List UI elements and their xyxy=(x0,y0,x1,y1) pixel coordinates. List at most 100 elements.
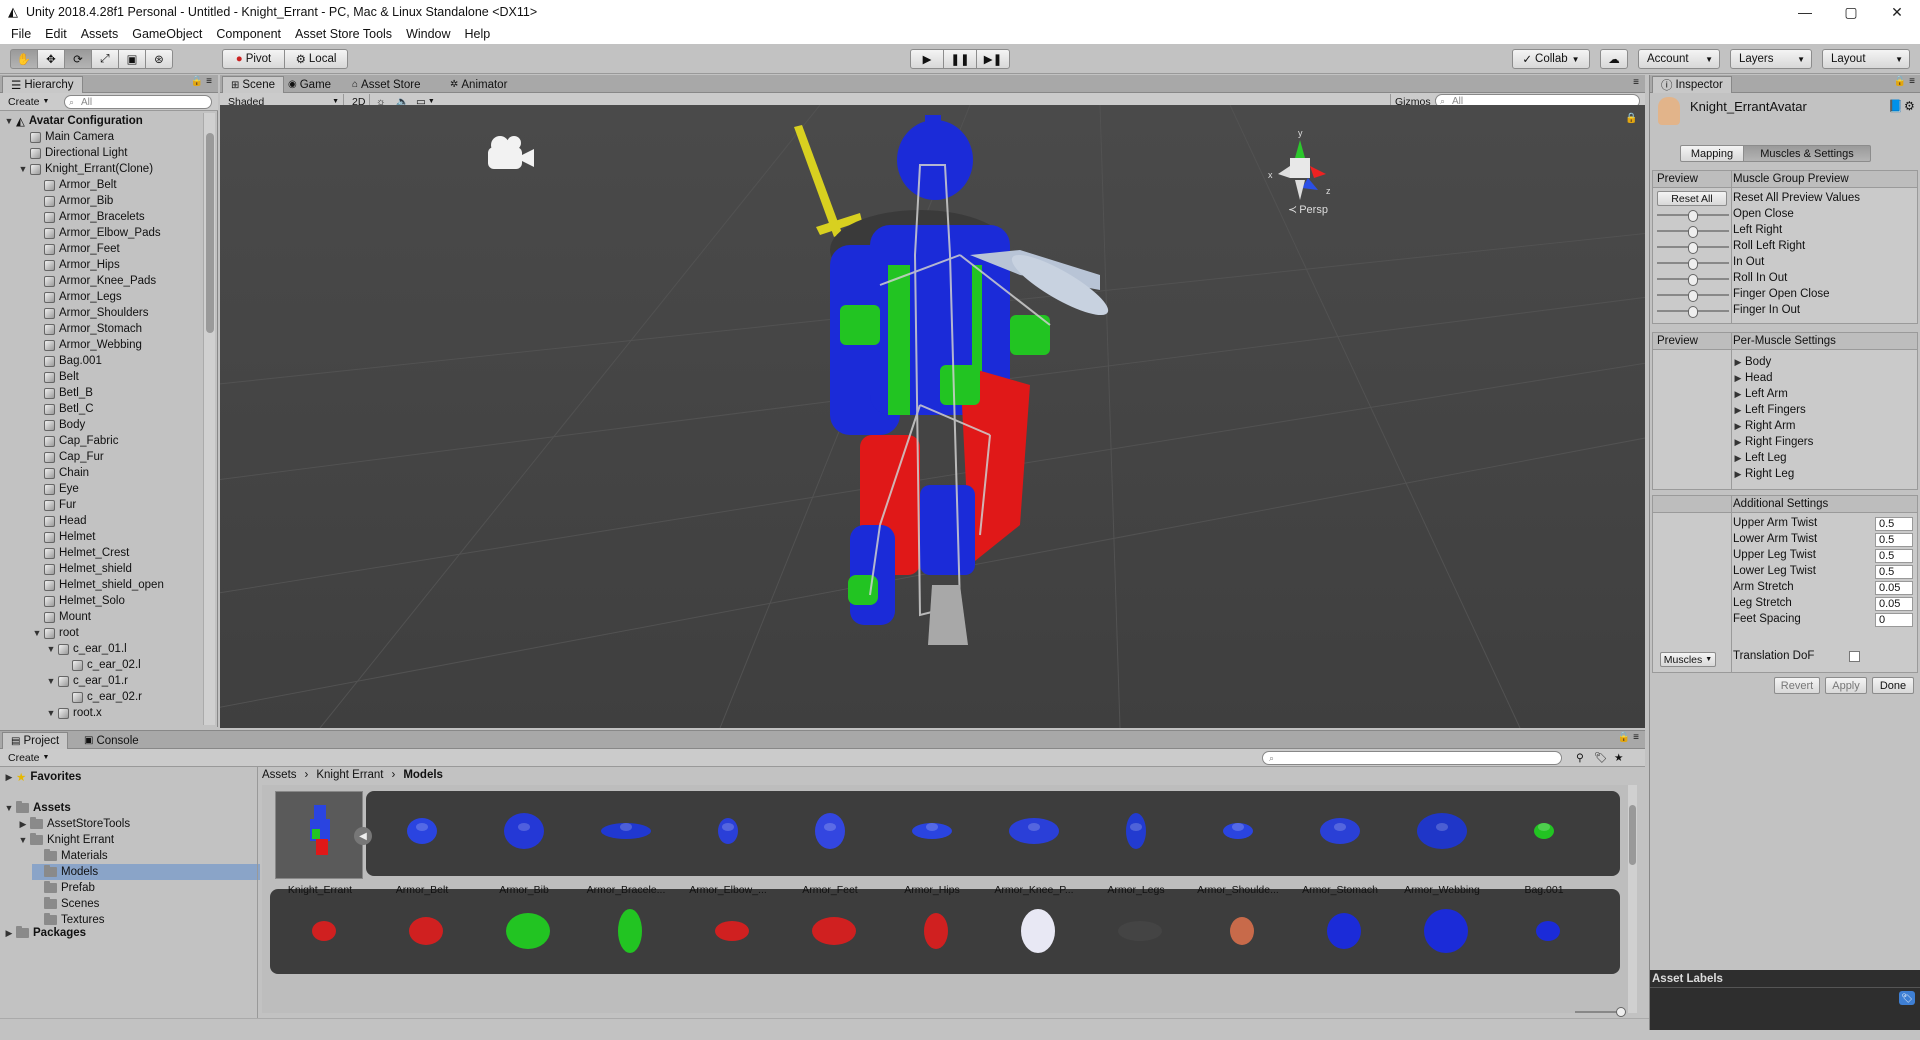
hierarchy-item[interactable]: Cap_Fabric xyxy=(32,433,118,449)
gear-icon[interactable]: ⚙ xyxy=(1904,99,1915,113)
expand-arrow-icon[interactable]: ▼ xyxy=(18,164,28,174)
tab-project[interactable]: ▤ Project xyxy=(2,732,69,749)
hierarchy-item[interactable]: Helmet_Solo xyxy=(32,593,125,609)
reset-all-button[interactable]: Reset All xyxy=(1657,191,1727,206)
tab-console[interactable]: ▣ Console xyxy=(76,732,147,749)
expand-arrow-icon[interactable]: ▶ xyxy=(1733,421,1743,432)
done-button[interactable]: Done xyxy=(1872,677,1914,694)
hierarchy-scrollbar[interactable] xyxy=(203,113,215,725)
translation-dof-checkbox[interactable] xyxy=(1849,651,1860,662)
expand-arrow-icon[interactable]: ▶ xyxy=(1733,405,1743,416)
model-thumbnail-icon[interactable] xyxy=(804,901,864,961)
asset-tile[interactable]: Armor_Webbing xyxy=(1392,785,1492,903)
model-thumbnail-icon[interactable] xyxy=(702,901,762,961)
packages-row[interactable]: ▶ Packages xyxy=(4,925,86,941)
expand-arrow-icon[interactable]: ▶ xyxy=(1733,437,1743,448)
tab-hierarchy[interactable]: ☰ Hierarchy xyxy=(2,76,83,93)
layers-dropdown[interactable]: Layers ▼ xyxy=(1730,49,1812,69)
model-thumbnail-icon[interactable] xyxy=(1416,901,1476,961)
expand-arrow-icon[interactable]: ▼ xyxy=(4,116,14,126)
transform-tool-button[interactable]: ⊛ xyxy=(145,49,173,69)
lock-icon[interactable]: 🔒 xyxy=(1625,113,1637,124)
rotate-tool-button[interactable]: ⟳ xyxy=(64,49,92,69)
filter-type-icon[interactable]: ⚲ xyxy=(1572,750,1588,765)
expand-arrow-icon[interactable]: ▼ xyxy=(46,644,56,654)
per-muscle-item[interactable]: ▶ Head xyxy=(1733,370,1773,386)
hierarchy-item[interactable]: Armor_Shoulders xyxy=(32,305,148,321)
hierarchy-item[interactable]: Body xyxy=(32,417,85,433)
hierarchy-item[interactable]: Armor_Stomach xyxy=(32,321,142,337)
panel-menu-icon[interactable]: 🔒 ≡ xyxy=(191,76,212,87)
close-button[interactable]: ✕ xyxy=(1874,0,1920,24)
account-dropdown[interactable]: Account ▼ xyxy=(1638,49,1720,69)
asset-tile[interactable]: Armor_Feet xyxy=(780,785,880,903)
hierarchy-search-input[interactable]: ⌕ All xyxy=(64,95,212,109)
hierarchy-item[interactable]: ▼ c_ear_01.r xyxy=(46,673,128,689)
panel-menu-icon[interactable]: 🔒 ≡ xyxy=(1618,732,1639,743)
project-folder-item[interactable]: ▼ Knight Errant xyxy=(18,832,114,848)
hierarchy-item[interactable]: Armor_Legs xyxy=(32,289,122,305)
pause-button[interactable]: ❚❚ xyxy=(943,49,977,69)
hierarchy-item[interactable]: Armor_Feet xyxy=(32,241,120,257)
rect-tool-button[interactable]: ▣ xyxy=(118,49,146,69)
hierarchy-item[interactable]: Directional Light xyxy=(18,145,127,161)
asset-tile[interactable]: Armor_Hips xyxy=(882,785,982,903)
menu-window[interactable]: Window xyxy=(399,27,457,41)
hierarchy-item[interactable]: Armor_Belt xyxy=(32,177,117,193)
expand-arrow-icon[interactable]: ▼ xyxy=(4,803,14,813)
hierarchy-item[interactable]: Armor_Bib xyxy=(32,193,113,209)
hierarchy-item[interactable]: Chain xyxy=(32,465,89,481)
hierarchy-item[interactable]: Helmet xyxy=(32,529,95,545)
project-folder-item[interactable]: Scenes xyxy=(32,896,99,912)
additional-setting-field[interactable]: 0.05 xyxy=(1875,597,1913,611)
project-search-input[interactable]: ⌕ xyxy=(1262,751,1562,765)
model-thumbnail-icon[interactable] xyxy=(1110,901,1170,961)
menu-asset-store-tools[interactable]: Asset Store Tools xyxy=(288,27,399,41)
filter-label-icon[interactable]: 🏷 xyxy=(1590,750,1611,765)
apply-button[interactable]: Apply xyxy=(1825,677,1867,694)
scale-tool-button[interactable]: ⤢ xyxy=(91,49,119,69)
local-toggle[interactable]: ⚙ Local xyxy=(284,49,348,69)
tab-muscles-settings[interactable]: Muscles & Settings xyxy=(1743,145,1871,162)
tab-inspector[interactable]: ⓘ Inspector xyxy=(1652,76,1732,93)
persp-label[interactable]: ≺ Persp xyxy=(1288,203,1328,216)
asset-tile[interactable]: Armor_Knee_P... xyxy=(984,785,1084,903)
breadcrumb-knight-errant[interactable]: Knight Errant xyxy=(316,769,383,781)
hierarchy-item[interactable]: Belt xyxy=(32,369,79,385)
model-thumbnail-icon[interactable] xyxy=(1008,901,1068,961)
project-create-button[interactable]: Create ▼ xyxy=(4,750,53,765)
project-folder-item[interactable]: Prefab xyxy=(32,880,95,896)
hand-tool-button[interactable]: ✋ xyxy=(10,49,38,69)
expand-arrow-icon[interactable]: ▼ xyxy=(46,676,56,686)
asset-tile[interactable]: Bag.001 xyxy=(1494,785,1594,903)
maximize-button[interactable]: ▢ xyxy=(1828,0,1874,24)
hierarchy-item[interactable]: Armor_Bracelets xyxy=(32,209,145,225)
hierarchy-item[interactable]: ▼ root.x xyxy=(46,705,102,721)
per-muscle-item[interactable]: ▶ Right Leg xyxy=(1733,466,1795,482)
asset-tile[interactable]: Armor_Bracele... xyxy=(576,785,676,903)
per-muscle-item[interactable]: ▶ Left Leg xyxy=(1733,450,1787,466)
scene-root-row[interactable]: ▼ ◭ Avatar Configuration xyxy=(4,113,143,129)
additional-setting-field[interactable]: 0.05 xyxy=(1875,581,1913,595)
muscle-preview-slider[interactable] xyxy=(1657,272,1729,286)
hierarchy-item[interactable]: Helmet_shield_open xyxy=(32,577,164,593)
hierarchy-item[interactable]: Armor_Hips xyxy=(32,257,120,273)
hierarchy-item[interactable]: Mount xyxy=(32,609,91,625)
collab-dropdown[interactable]: ✓ Collab ▼ xyxy=(1512,49,1590,69)
help-icon[interactable]: 📘 xyxy=(1888,99,1903,113)
expand-arrow-icon[interactable]: ▶ xyxy=(1733,373,1743,384)
model-thumbnail-icon[interactable] xyxy=(498,901,558,961)
project-folder-item[interactable]: ▼ Assets xyxy=(4,800,71,816)
expand-arrow-icon[interactable]: ▼ xyxy=(46,708,56,718)
pivot-toggle[interactable]: ● Pivot xyxy=(222,49,285,69)
asset-tile[interactable]: Armor_Shoulde... xyxy=(1188,785,1288,903)
tab-game[interactable]: ◉ Game xyxy=(280,76,339,93)
minimize-button[interactable]: — xyxy=(1782,0,1828,24)
asset-tile[interactable]: Knight_Errant xyxy=(270,785,370,903)
cloud-button[interactable]: ☁ xyxy=(1600,49,1628,69)
tab-scene[interactable]: ⊞ Scene xyxy=(222,76,284,93)
muscle-preview-slider[interactable] xyxy=(1657,256,1729,270)
asset-tile[interactable]: Armor_Legs xyxy=(1086,785,1186,903)
expand-arrow-icon[interactable]: ▼ xyxy=(18,835,28,845)
asset-tile[interactable]: Armor_Belt xyxy=(372,785,472,903)
